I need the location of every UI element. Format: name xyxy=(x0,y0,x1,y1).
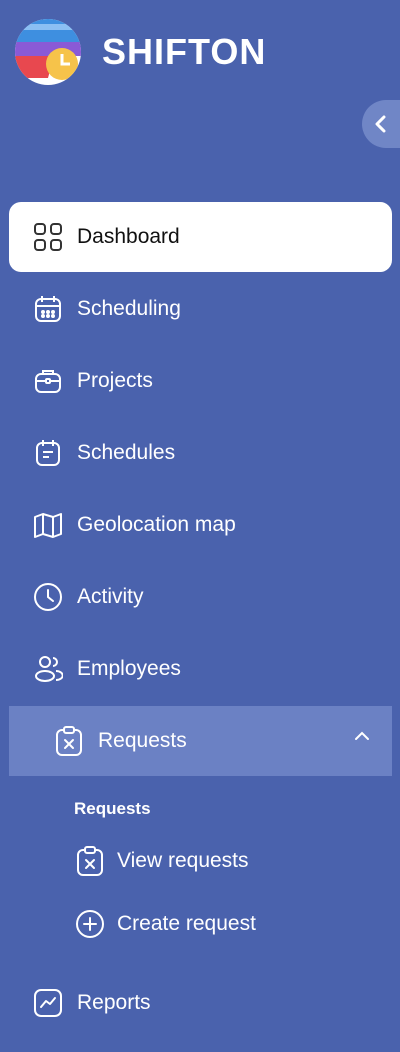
users-icon xyxy=(31,652,65,686)
clipboard-x-icon xyxy=(52,724,86,758)
logo[interactable]: SHIFTON xyxy=(14,18,266,86)
clipboard-x-icon xyxy=(74,844,106,878)
submenu-item-view-requests[interactable]: View requests xyxy=(74,844,249,878)
sidebar-item-employees[interactable]: Employees xyxy=(9,634,392,704)
briefcase-icon xyxy=(31,364,65,398)
map-icon xyxy=(31,508,65,542)
sidebar-item-label: Schedules xyxy=(77,441,176,464)
shifton-logo-icon xyxy=(15,19,81,85)
sidebar-item-geolocation-map[interactable]: Geolocation map xyxy=(9,490,392,560)
sidebar-item-projects[interactable]: Projects xyxy=(9,346,392,416)
calendar-icon xyxy=(31,292,65,326)
sidebar-item-label: Activity xyxy=(77,585,144,608)
sidebar-item-label: Scheduling xyxy=(77,297,181,320)
sidebar-item-label: Geolocation map xyxy=(77,513,236,536)
sidebar-item-requests[interactable]: Requests xyxy=(9,706,392,776)
chevron-up-icon[interactable] xyxy=(354,730,370,742)
clock-icon xyxy=(31,580,65,614)
plus-circle-icon xyxy=(74,907,106,941)
sidebar-item-dashboard[interactable]: Dashboard xyxy=(9,202,392,272)
submenu-item-label: View requests xyxy=(117,849,249,872)
sidebar-item-label: Requests xyxy=(98,729,187,752)
submenu-item-label: Create request xyxy=(117,912,256,935)
sidebar-item-label: Projects xyxy=(77,369,153,392)
sidebar-item-reports[interactable]: Reports xyxy=(9,968,392,1038)
sidebar-item-activity[interactable]: Activity xyxy=(9,562,392,632)
sidebar-item-label: Reports xyxy=(77,991,151,1014)
schedule-icon xyxy=(31,436,65,470)
sidebar-item-label: Dashboard xyxy=(77,225,180,248)
chevron-left-icon xyxy=(375,115,386,133)
grid-icon xyxy=(31,220,65,254)
chart-icon xyxy=(31,986,65,1020)
collapse-sidebar-button[interactable] xyxy=(362,100,400,148)
brand-name: SHIFTON xyxy=(102,31,267,72)
sidebar-item-schedules[interactable]: Schedules xyxy=(9,418,392,488)
sidebar-item-label: Employees xyxy=(77,657,181,680)
sidebar-item-scheduling[interactable]: Scheduling xyxy=(9,274,392,344)
requests-submenu-title: Requests xyxy=(74,799,151,818)
submenu-item-create-request[interactable]: Create request xyxy=(74,907,256,941)
